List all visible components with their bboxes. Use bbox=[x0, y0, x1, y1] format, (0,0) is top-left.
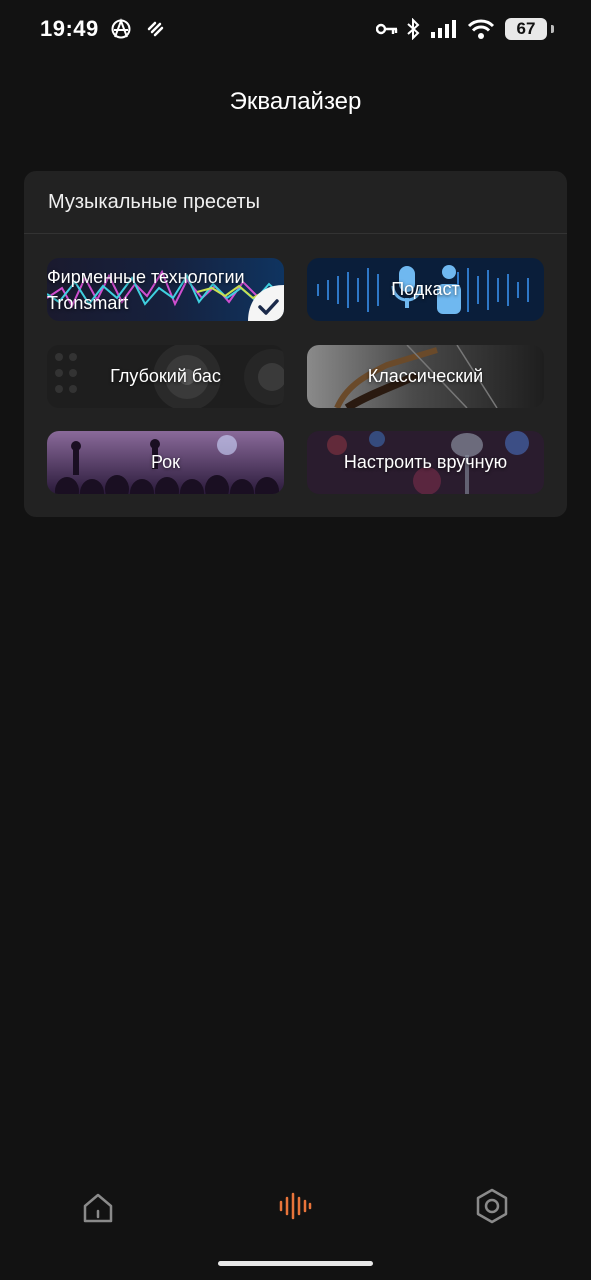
status-time: 19:49 bbox=[40, 16, 99, 41]
preset-podcast-label: Подкаст bbox=[391, 279, 460, 299]
battery-tip bbox=[551, 25, 554, 33]
preset-podcast[interactable]: Подкаст bbox=[307, 258, 544, 321]
home-indicator[interactable] bbox=[218, 1261, 373, 1266]
home-icon bbox=[83, 1193, 113, 1223]
nav-home[interactable] bbox=[78, 1186, 118, 1226]
equalizer-icon bbox=[279, 1192, 312, 1220]
nav-settings[interactable] bbox=[472, 1186, 512, 1226]
preset-deep-bass-label: Глубокий бас bbox=[110, 366, 221, 386]
page-title: Эквалайзер bbox=[229, 88, 362, 115]
preset-rock[interactable]: Рок bbox=[47, 431, 284, 494]
settings-icon bbox=[476, 1188, 508, 1224]
preset-rock-label: Рок bbox=[150, 452, 181, 472]
bluetooth-icon bbox=[407, 18, 420, 40]
selected-check-icon bbox=[248, 285, 284, 321]
preset-tronsmart-label: Фирменные технологии Tronsmart bbox=[47, 266, 245, 313]
anarchy-notification-icon bbox=[111, 18, 131, 39]
card-title: Музыкальные пресеты bbox=[48, 191, 261, 213]
vpn-key-icon bbox=[376, 23, 398, 35]
preset-manual-label: Настроить вручную bbox=[343, 452, 508, 472]
card-divider bbox=[24, 233, 567, 234]
battery-level: 67 bbox=[516, 19, 536, 38]
battery-indicator: 67 bbox=[505, 18, 547, 40]
app-notification-icon bbox=[147, 21, 164, 37]
wifi-icon bbox=[467, 19, 495, 39]
preset-manual[interactable]: Настроить вручную bbox=[307, 431, 544, 494]
cellular-signal-icon bbox=[431, 20, 456, 38]
preset-classical[interactable]: Классический bbox=[307, 345, 544, 408]
preset-classical-label: Классический bbox=[367, 366, 484, 386]
preset-tronsmart[interactable]: Фирменные технологии Tronsmart bbox=[47, 258, 284, 321]
bottom-navigation bbox=[0, 1170, 591, 1250]
status-bar: 19:49 67 bbox=[0, 0, 591, 60]
nav-equalizer[interactable] bbox=[275, 1186, 315, 1226]
preset-deep-bass[interactable]: Глубокий бас bbox=[47, 345, 284, 408]
